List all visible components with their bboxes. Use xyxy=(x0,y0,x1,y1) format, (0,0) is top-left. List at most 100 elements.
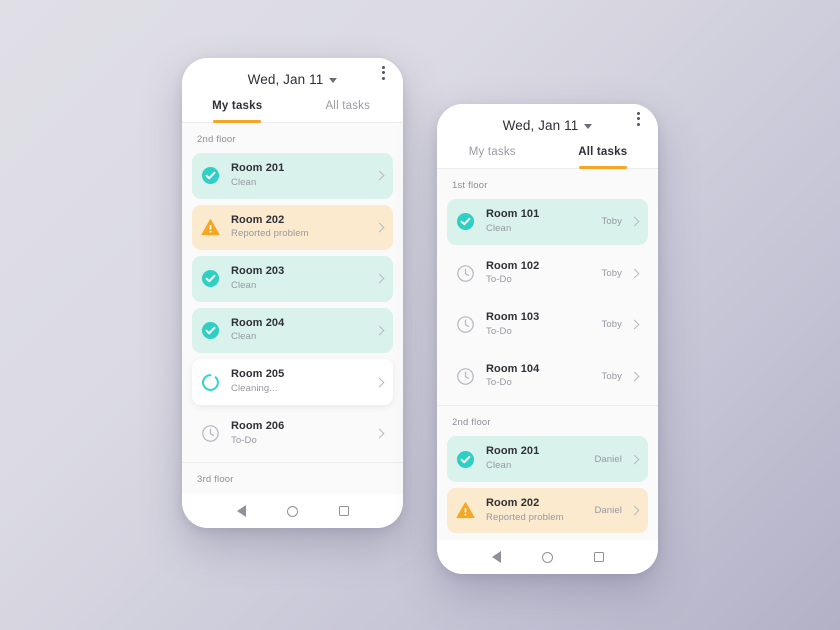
task-list[interactable]: 2nd floor Room 201 Clean Room 202 Reported p… xyxy=(182,123,403,494)
task-status: To-Do xyxy=(486,325,512,337)
task-room-name: Room 201 xyxy=(486,445,540,458)
task-text: Room 202 Reported problem xyxy=(231,214,376,242)
clock-icon xyxy=(201,424,220,443)
task-status: Clean xyxy=(486,460,512,471)
app-header: Wed, Jan 11 xyxy=(182,58,403,87)
clock-icon xyxy=(456,264,475,283)
task-row[interactable]: Room 104 To-Do Toby xyxy=(447,354,648,400)
check-circle-icon xyxy=(201,166,220,185)
warning-triangle-icon xyxy=(201,218,220,237)
floor-section-header: 1st floor xyxy=(452,180,488,191)
back-triangle-icon[interactable] xyxy=(491,551,501,563)
task-text: Room 103 To-Do xyxy=(486,311,602,339)
task-text: Room 201 Clean xyxy=(486,445,594,473)
task-status: To-Do xyxy=(486,274,512,286)
task-row[interactable]: Room 201 Clean Daniel xyxy=(447,436,648,482)
tab-all-tasks[interactable]: All tasks xyxy=(293,87,404,122)
task-text: Room 206 To-Do xyxy=(231,420,376,448)
task-status: To-Do xyxy=(231,434,257,446)
tab-bar: My tasks All tasks xyxy=(182,87,403,123)
recent-square-icon[interactable] xyxy=(593,552,604,562)
date-selector[interactable]: Wed, Jan 11 xyxy=(503,118,593,133)
chevron-right-icon[interactable] xyxy=(629,319,640,330)
task-text: Room 104 To-Do xyxy=(486,363,602,391)
check-circle-icon xyxy=(456,450,475,469)
task-row[interactable]: Room 202 Reported problem Daniel xyxy=(447,487,648,534)
phone-frame-phone-b: Wed, Jan 11 My tasks All tasks 1st floor Roo… xyxy=(437,104,658,574)
check-circle-icon xyxy=(201,269,220,288)
kebab-menu-icon[interactable] xyxy=(633,108,644,130)
task-text: Room 203 Clean xyxy=(231,265,376,293)
task-assignee: Daniel xyxy=(594,505,622,517)
task-row[interactable]: Room 201 Clean xyxy=(192,153,393,199)
task-row[interactable]: Room 101 Clean Toby xyxy=(447,199,648,245)
task-room-name: Room 102 xyxy=(486,259,540,272)
task-list[interactable]: 1st floor Room 101 Clean Toby Room 102 To-Do T… xyxy=(437,169,658,540)
date-selector[interactable]: Wed, Jan 11 xyxy=(248,72,338,87)
task-status: Reported problem xyxy=(231,228,309,240)
phone-screen: Wed, Jan 11 My tasks All tasks 2nd floor Roo… xyxy=(182,58,403,494)
task-row[interactable]: Room 204 Clean xyxy=(192,307,393,354)
task-room-name: Room 201 xyxy=(231,162,285,174)
task-row[interactable]: Room 206 To-Do xyxy=(192,411,393,457)
phone-screen: Wed, Jan 11 My tasks All tasks 1st floor Roo… xyxy=(437,104,658,540)
date-label: Wed, Jan 11 xyxy=(502,118,579,133)
android-nav-bar xyxy=(182,494,403,528)
phone-frame-phone-a: Wed, Jan 11 My tasks All tasks 2nd floor Roo… xyxy=(182,58,403,528)
kebab-menu-icon[interactable] xyxy=(378,62,389,84)
task-text: Room 205 Cleaning... xyxy=(231,368,376,396)
task-text: Room 201 Clean xyxy=(231,162,376,190)
task-assignee: Toby xyxy=(601,319,622,331)
floor-section-header: 2nd floor xyxy=(197,134,236,145)
home-circle-icon[interactable] xyxy=(541,551,553,563)
floor-section-header: 3rd floor xyxy=(182,462,403,493)
tab-my-tasks[interactable]: My tasks xyxy=(182,87,293,122)
task-row[interactable]: Room 103 To-Do Toby xyxy=(447,302,648,348)
task-row[interactable]: Room 203 Clean xyxy=(192,256,393,302)
check-circle-icon xyxy=(201,321,220,340)
back-triangle-icon[interactable] xyxy=(236,505,246,517)
floor-section-header: 2nd floor xyxy=(437,405,658,436)
chevron-right-icon[interactable] xyxy=(374,222,385,233)
task-room-name: Room 103 xyxy=(486,311,540,324)
task-row[interactable]: Room 202 Reported problem xyxy=(192,204,393,251)
task-text: Room 102 To-Do xyxy=(486,260,602,288)
task-row[interactable]: Room 205 Cleaning... xyxy=(192,359,393,405)
task-row[interactable]: Room 102 To-Do Toby xyxy=(447,251,648,297)
chevron-down-icon xyxy=(584,124,593,129)
chevron-right-icon[interactable] xyxy=(629,268,640,279)
tab-bar: My tasks All tasks xyxy=(437,133,658,169)
check-circle-icon xyxy=(456,212,475,231)
chevron-right-icon[interactable] xyxy=(374,428,385,439)
task-assignee: Daniel xyxy=(594,453,622,465)
warning-triangle-icon xyxy=(456,501,475,520)
tab-my-tasks[interactable]: My tasks xyxy=(437,133,548,168)
chevron-right-icon[interactable] xyxy=(629,216,640,227)
task-assignee: Toby xyxy=(601,216,622,228)
chevron-right-icon[interactable] xyxy=(374,170,385,181)
chevron-right-icon[interactable] xyxy=(374,325,385,336)
task-room-name: Room 206 xyxy=(231,419,285,432)
chevron-right-icon[interactable] xyxy=(374,273,385,284)
spinner-icon xyxy=(201,373,220,392)
task-text: Room 204 Clean xyxy=(231,317,376,345)
android-nav-bar xyxy=(437,540,658,574)
task-assignee: Toby xyxy=(601,370,622,382)
task-assignee: Toby xyxy=(601,267,622,279)
task-room-name: Room 101 xyxy=(486,208,540,220)
chevron-right-icon[interactable] xyxy=(629,454,640,464)
chevron-right-icon[interactable] xyxy=(374,377,385,387)
recent-square-icon[interactable] xyxy=(338,506,349,516)
chevron-right-icon[interactable] xyxy=(629,371,640,382)
tab-all-tasks[interactable]: All tasks xyxy=(548,133,659,168)
chevron-right-icon[interactable] xyxy=(629,505,640,516)
task-status: Clean xyxy=(486,222,512,234)
task-room-name: Room 202 xyxy=(486,496,540,509)
task-status: Clean xyxy=(231,279,257,291)
task-room-name: Room 205 xyxy=(231,368,285,381)
task-room-name: Room 104 xyxy=(486,362,540,375)
home-circle-icon[interactable] xyxy=(286,505,298,517)
task-room-name: Room 203 xyxy=(231,265,285,278)
clock-icon xyxy=(456,315,475,334)
task-status: Cleaning... xyxy=(231,383,278,394)
